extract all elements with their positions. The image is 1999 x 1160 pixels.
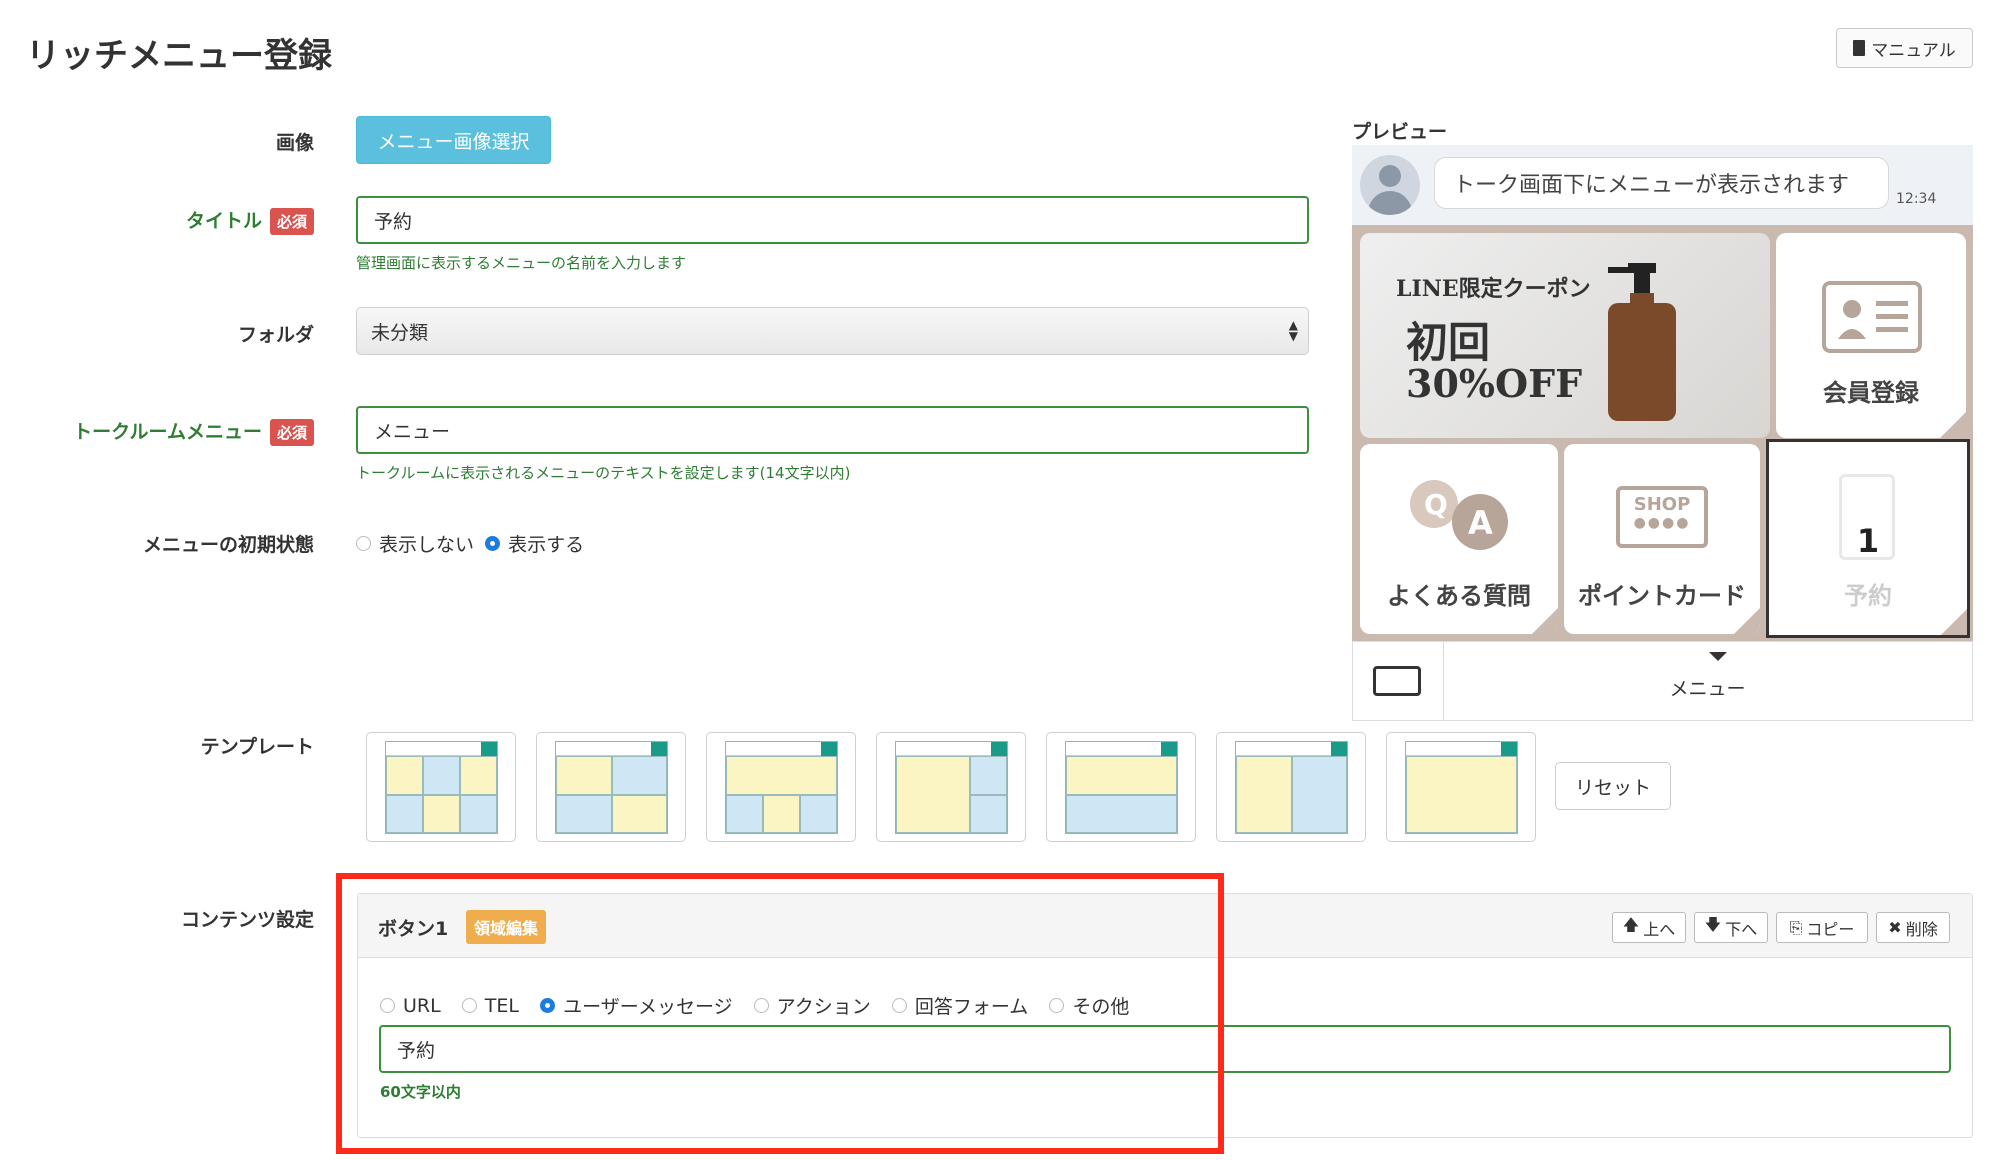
chat-time: 12:34	[1896, 191, 1937, 207]
title-label-text: タイトル	[185, 210, 262, 232]
manual-button[interactable]: マニュアル	[1836, 28, 1973, 68]
talkroom-help: トークルームに表示されるメニューのテキストを設定します(14文字以内)	[356, 464, 851, 482]
template-option[interactable]	[1046, 732, 1196, 842]
shop-card-text: SHOP	[1633, 494, 1691, 515]
chat-bubble: トーク画面下にメニューが表示されます	[1434, 157, 1889, 209]
radio-tel[interactable]	[461, 998, 477, 1013]
delete-label: 削除	[1905, 919, 1938, 939]
select-menu-image-button[interactable]: メニュー画像選択	[356, 116, 551, 164]
template-option[interactable]	[1386, 732, 1536, 842]
reset-button[interactable]: リセット	[1555, 762, 1671, 810]
title-help: 管理画面に表示するメニューの名前を入力します	[356, 254, 687, 272]
book-icon	[1853, 40, 1866, 56]
move-up-button[interactable]: 🡅 上へ	[1612, 912, 1686, 943]
point-card-tile-label: ポイントカード	[1578, 581, 1746, 610]
template-option[interactable]	[536, 732, 686, 842]
radio-hide-label: 表示しない	[379, 534, 475, 556]
template-option[interactable]	[706, 732, 856, 842]
required-badge: 必須	[269, 208, 314, 235]
folder-select[interactable]: 未分類 ▲ ▼	[356, 307, 1309, 355]
coupon-tile: LINE限定クーポン 初回 30%OFF	[1360, 233, 1770, 438]
bottle-icon	[1608, 263, 1676, 421]
button-title: ボタン1	[378, 918, 449, 940]
select-arrows-icon: ▲ ▼	[1288, 318, 1298, 343]
svg-text:Q: Q	[1424, 488, 1448, 521]
initial-state-radios: 表示しない 表示する	[356, 530, 590, 557]
message-help: 60文字以内	[380, 1083, 461, 1101]
move-down-button[interactable]: 🡇 下へ	[1694, 912, 1768, 943]
preview-chat: トーク画面下にメニューが表示されます 12:34	[1352, 145, 1973, 225]
talkroom-label: トークルームメニュー 必須	[14, 417, 314, 446]
copy-button[interactable]: ⎘ コピー	[1776, 912, 1868, 943]
folder-label: フォルダ	[237, 324, 314, 346]
content-settings-label: コンテンツ設定	[180, 909, 314, 931]
title-input[interactable]: 予約	[356, 196, 1309, 244]
radio-tel-label: TEL	[484, 994, 519, 1017]
delete-button[interactable]: ✖ 削除	[1876, 912, 1950, 943]
preview-label: プレビュー	[1352, 121, 1448, 143]
reserve-tile: 1 予約	[1766, 439, 1970, 638]
radio-action[interactable]	[753, 998, 769, 1013]
qa-icon: Q A	[1410, 480, 1508, 550]
shop-card-icon: SHOP ●●●●	[1616, 486, 1708, 548]
preview-menu-bar: メニュー	[1352, 641, 1973, 721]
radio-show-label: 表示する	[508, 534, 585, 556]
initial-state-label: メニューの初期状態	[142, 534, 314, 556]
page-title: リッチメニュー登録	[26, 36, 332, 76]
radio-hide[interactable]	[356, 536, 371, 551]
move-down-label: 下へ	[1725, 919, 1758, 939]
image-label: 画像	[275, 132, 314, 154]
faq-tile-label: よくある質問	[1387, 581, 1531, 610]
radio-show[interactable]	[485, 536, 501, 551]
keyboard-icon[interactable]	[1373, 666, 1421, 696]
arrow-down-icon: 🡇	[1704, 915, 1722, 934]
content-panel-header: ボタン1 領域編集 🡅 上へ 🡇 下へ ⎘ コピー ✖ 削除	[358, 894, 1972, 958]
close-icon: ✖	[1888, 918, 1902, 937]
title-label: タイトル 必須	[14, 206, 314, 235]
template-label: テンプレート	[200, 736, 314, 758]
radio-user-message-label: ユーザーメッセージ	[563, 996, 733, 1018]
radio-other-label: その他	[1072, 996, 1130, 1018]
radio-answer-form-label: 回答フォーム	[914, 996, 1029, 1018]
folder-select-value: 未分類	[371, 321, 429, 344]
radio-user-message[interactable]	[540, 998, 556, 1013]
preview-rich-menu: LINE限定クーポン 初回 30%OFF 会員登録 Q A よくある質問 SHO…	[1352, 225, 1973, 641]
arrow-up-icon: 🡅	[1622, 915, 1640, 934]
action-type-radios: URL TEL ユーザーメッセージ アクション 回答フォーム その他	[380, 992, 1135, 1019]
svg-text:A: A	[1468, 504, 1493, 542]
radio-action-label: アクション	[776, 996, 871, 1018]
radio-answer-form[interactable]	[891, 998, 907, 1013]
caret-down-icon	[1709, 652, 1727, 661]
coupon-line1: LINE限定クーポン	[1396, 276, 1591, 302]
faq-tile: Q A よくある質問	[1360, 444, 1558, 634]
radio-url[interactable]	[380, 998, 395, 1013]
reserve-tile-label: 予約	[1844, 581, 1892, 610]
preview-menu-text[interactable]: メニュー	[1443, 674, 1972, 701]
template-option[interactable]	[366, 732, 516, 842]
coupon-line3: 30%OFF	[1406, 361, 1583, 406]
required-badge: 必須	[269, 419, 314, 446]
copy-label: コピー	[1806, 919, 1855, 939]
point-card-tile: SHOP ●●●● ポイントカード	[1564, 444, 1760, 634]
id-card-icon	[1822, 281, 1922, 353]
copy-icon: ⎘	[1789, 917, 1803, 937]
reserve-number: 1	[1856, 522, 1880, 560]
member-tile: 会員登録	[1776, 233, 1966, 438]
template-option[interactable]	[1216, 732, 1366, 842]
move-up-label: 上へ	[1643, 919, 1676, 939]
message-input[interactable]: 予約	[379, 1025, 1951, 1073]
avatar	[1360, 155, 1420, 215]
radio-other[interactable]	[1049, 998, 1065, 1013]
area-edit-button[interactable]: 領域編集	[466, 910, 547, 944]
manual-button-label: マニュアル	[1871, 40, 1956, 61]
template-option[interactable]	[876, 732, 1026, 842]
member-tile-label: 会員登録	[1823, 378, 1919, 407]
content-panel: ボタン1 領域編集 🡅 上へ 🡇 下へ ⎘ コピー ✖ 削除 URL TEL ユーザーメ…	[357, 893, 1973, 1138]
talkroom-label-text: トークルームメニュー	[73, 421, 262, 443]
radio-url-label: URL	[403, 994, 441, 1017]
talkroom-input[interactable]: メニュー	[356, 406, 1309, 454]
